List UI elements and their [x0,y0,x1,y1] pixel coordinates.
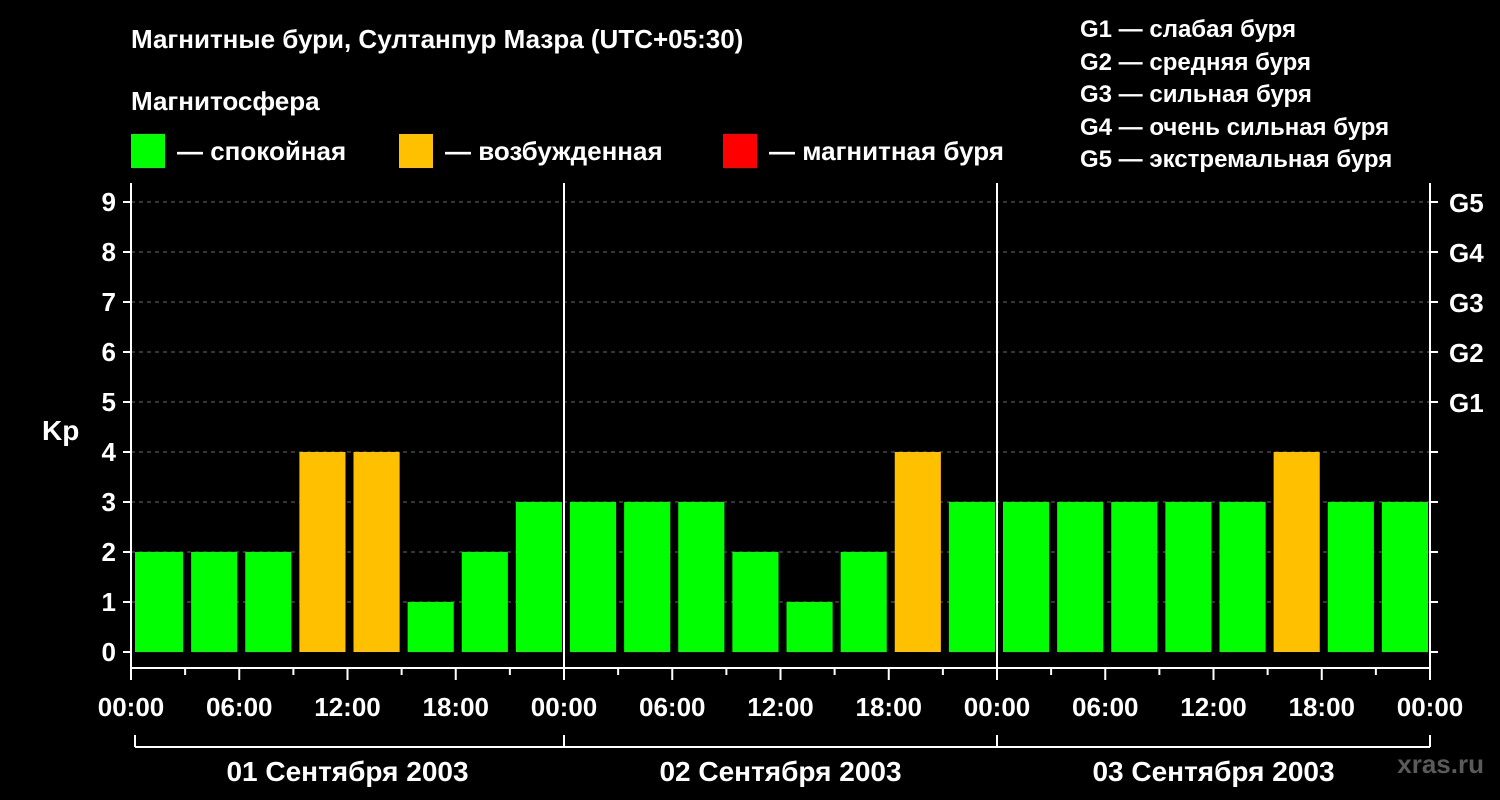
kp-bar [299,452,346,652]
x-tick-label: 06:00 [639,692,706,722]
x-tick-label: 18:00 [423,692,490,722]
g-scale-label: G3 [1449,288,1484,318]
kp-bar [407,602,454,652]
kp-bar [948,502,995,652]
x-tick-label: 12:00 [314,692,381,722]
x-tick-label: 12:00 [747,692,814,722]
kp-bar [1003,502,1050,652]
x-tick-label: 18:00 [856,692,923,722]
kp-bar [1057,502,1104,652]
y-axis-label: Kp [42,415,79,446]
x-tick-label: 12:00 [1180,692,1247,722]
kp-bar [191,552,238,652]
x-tick-label: 18:00 [1289,692,1356,722]
g-scale-label: G1 [1449,388,1484,418]
g-scale-label: G4 [1449,238,1484,268]
kp-bar [894,452,941,652]
y-tick-label: 4 [102,437,117,467]
x-tick-label: 06:00 [206,692,273,722]
kp-bar [245,552,292,652]
kp-bar [732,552,779,652]
y-tick-label: 3 [102,487,116,517]
x-tick-label: 00:00 [964,692,1031,722]
kp-bar [515,502,562,652]
kp-bar [135,552,184,652]
kp-bar [786,602,833,652]
kp-bar [678,502,725,652]
y-tick-label: 0 [102,637,116,667]
g-scale-label: G5 [1449,188,1484,218]
kp-chart: 0 1 2 3 4 5 6 7 8 9 G1 G2 G3 G4 G5 Kp 00:00 06:00 12:00 18:… [42,183,1484,787]
kp-bar [570,502,617,652]
kp-bar [1273,452,1320,652]
kp-bar [840,552,887,652]
x-tick-label: 06:00 [1072,692,1139,722]
y-tick-label: 6 [102,337,116,367]
day-label: 01 Сентября 2003 [226,756,468,787]
y-tick-label: 1 [102,587,116,617]
y-tick-label: 8 [102,237,116,267]
kp-bar [624,502,671,652]
x-tick-label: 00:00 [1397,692,1464,722]
y-tick-label: 7 [102,287,116,317]
watermark: xras.ru [1397,749,1484,779]
day-label: 03 Сентября 2003 [1092,756,1334,787]
kp-bar [1219,502,1266,652]
kp-bar [353,452,400,652]
y-tick-label: 2 [102,537,116,567]
x-tick-label: 00:00 [531,692,598,722]
kp-bar [461,552,508,652]
kp-bar [1327,502,1374,652]
kp-bar [1111,502,1158,652]
kp-bar [1165,502,1212,652]
y-tick-label: 9 [102,187,116,217]
y-tick-label: 5 [102,387,116,417]
kp-bar [1381,502,1428,652]
day-label: 02 Сентября 2003 [659,756,901,787]
x-tick-label: 00:00 [98,692,165,722]
g-scale-label: G2 [1449,338,1484,368]
